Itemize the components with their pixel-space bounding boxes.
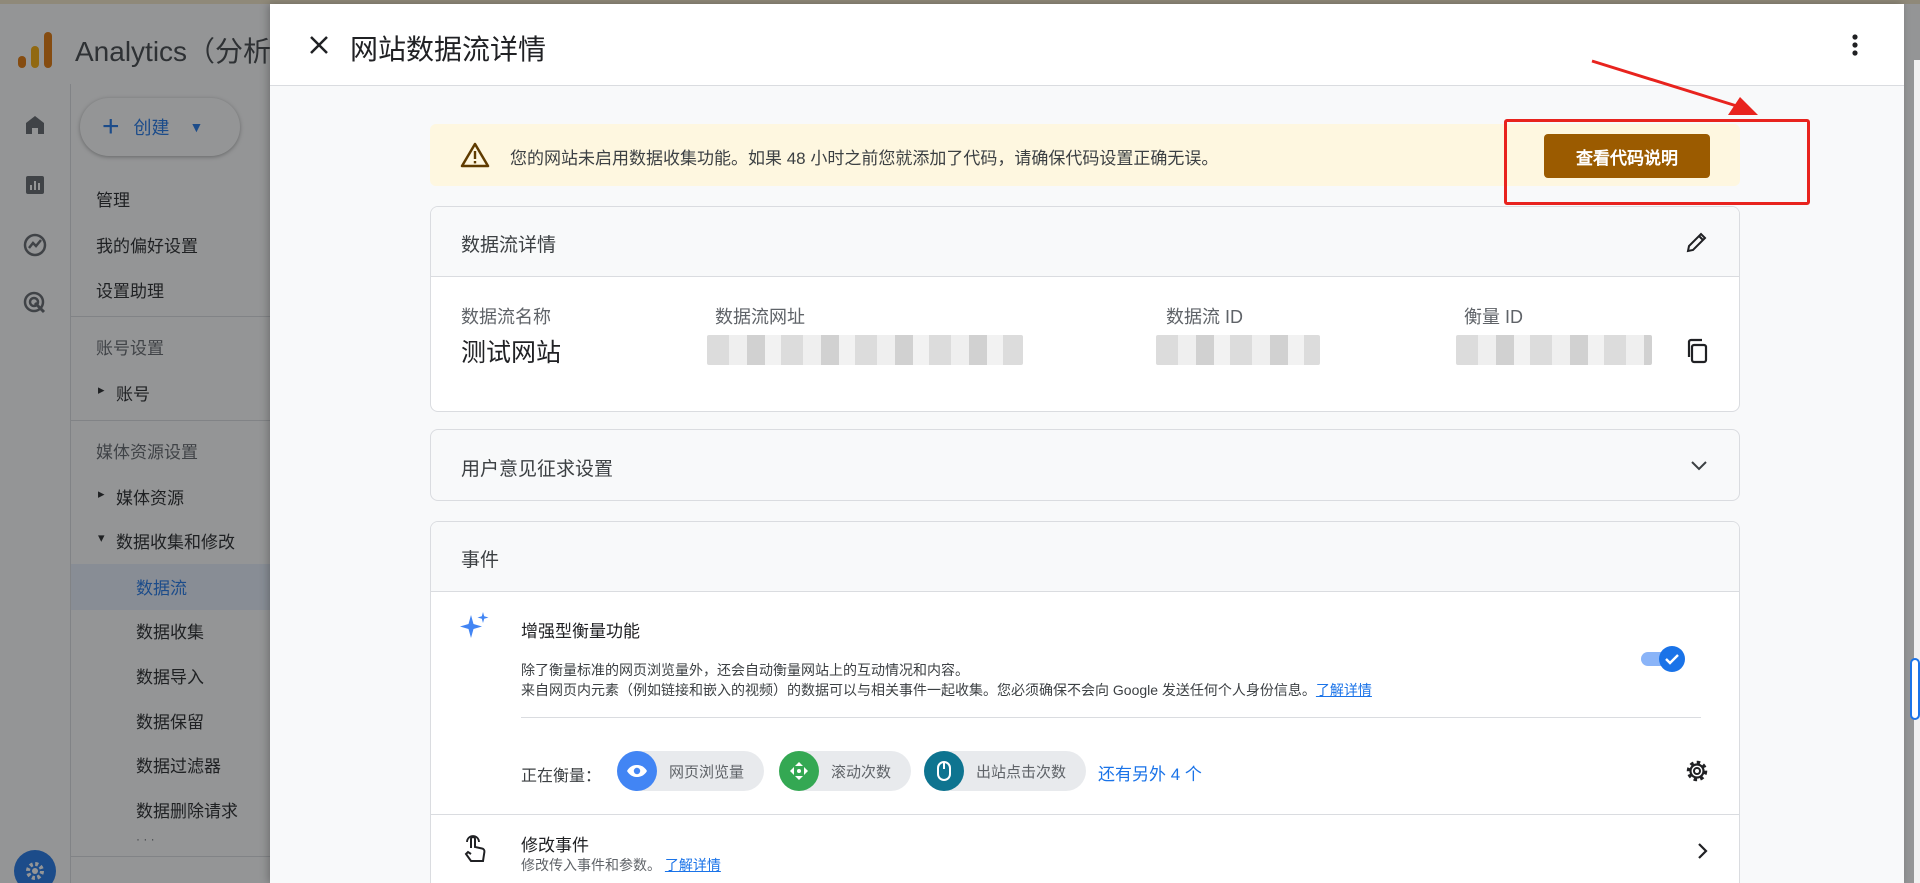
desc-text: 来自网页内元素（例如链接和嵌入的视频）的数据可以与相关事件一起收集。您必须确保不… [521, 682, 1316, 698]
annotation-arrow-icon [1591, 59, 1758, 115]
card-header: 数据流详情 [431, 207, 1739, 277]
annotation-highlight-box [1504, 119, 1810, 205]
stream-name-value: 测试网站 [461, 339, 562, 367]
chip-scrolls[interactable]: 滚动次数 [779, 751, 912, 791]
scroll-icon [779, 751, 819, 791]
copy-icon[interactable] [1681, 335, 1713, 367]
drawer-title: 网站数据流详情 [350, 34, 547, 65]
stream-name-label: 数据流名称 [461, 307, 551, 327]
settings-gear-icon[interactable] [1681, 755, 1713, 787]
close-icon[interactable] [304, 30, 334, 60]
page-scrollbar-track[interactable] [1914, 60, 1920, 883]
measurement-id-redacted [1456, 335, 1652, 365]
chevron-right-icon[interactable] [1687, 835, 1719, 867]
touch-hand-icon [459, 833, 491, 865]
warning-text: 您的网站未启用数据收集功能。如果 48 小时之前您就添加了代码，请确保代码设置正… [510, 149, 1219, 168]
measurement-id-label: 衡量 ID [1464, 307, 1524, 327]
chip-label: 出站点击次数 [976, 763, 1067, 781]
page-scrollbar-thumb[interactable] [1910, 658, 1920, 720]
stream-url-redacted [707, 335, 1023, 365]
chevron-down-icon[interactable] [1683, 450, 1715, 482]
more-events-link[interactable]: 还有另外 4 个 [1098, 760, 1202, 785]
edit-pencil-icon[interactable] [1681, 226, 1713, 258]
modify-events-title: 修改事件 [521, 836, 589, 855]
consent-settings-card[interactable]: 用户意见征求设置 [430, 429, 1740, 501]
enhanced-measurement-title: 增强型衡量功能 [521, 622, 640, 641]
divider [521, 717, 1701, 718]
eye-icon [617, 751, 657, 791]
chip-label: 网页浏览量 [669, 763, 745, 781]
modify-events-desc: 修改传入事件和参数。 了解详情 [521, 855, 721, 875]
warning-icon [460, 142, 490, 168]
enhanced-measurement-desc-1: 除了衡量标准的网页浏览量外，还会自动衡量网站上的互动情况和内容。 [521, 662, 969, 678]
stream-id-redacted [1156, 335, 1320, 365]
stream-id-label: 数据流 ID [1166, 307, 1244, 327]
more-vert-icon[interactable] [1840, 30, 1870, 60]
enhanced-measurement-toggle[interactable] [1641, 646, 1685, 672]
card-title: 事件 [461, 550, 500, 571]
chip-label: 滚动次数 [831, 763, 892, 781]
stream-details-drawer: 网站数据流详情 您的网站未启用数据收集功能。如果 48 小时之前您就添加了代码，… [270, 4, 1904, 883]
stream-details-card: 数据流详情 数据流名称 测试网站 数据流网址 数据流 ID 衡量 ID [430, 206, 1740, 412]
check-icon [1659, 646, 1685, 672]
mouse-icon [924, 751, 964, 791]
events-card: 事件 增强型衡量功能 除了衡量标准的网页浏览量外，还会自动衡量网站上的互动情况和… [430, 521, 1740, 883]
measuring-label: 正在衡量： [521, 768, 602, 785]
modify-events-row[interactable]: 修改事件 修改传入事件和参数。 了解详情 [431, 815, 1739, 883]
chip-page-views[interactable]: 网页浏览量 [617, 751, 765, 791]
card-title: 用户意见征求设置 [461, 459, 614, 480]
modify-learn-more-link[interactable]: 了解详情 [665, 857, 721, 873]
desc-text: 修改传入事件和参数。 [521, 857, 661, 873]
enhanced-measurement-desc-2: 来自网页内元素（例如链接和嵌入的视频）的数据可以与相关事件一起收集。您必须确保不… [521, 680, 1372, 700]
stream-url-label: 数据流网址 [715, 307, 805, 327]
chip-outbound-clicks[interactable]: 出站点击次数 [924, 751, 1087, 791]
card-header: 事件 [431, 522, 1739, 592]
sparkle-icon [459, 610, 491, 642]
learn-more-link[interactable]: 了解详情 [1316, 682, 1372, 698]
card-title: 数据流详情 [461, 235, 557, 256]
